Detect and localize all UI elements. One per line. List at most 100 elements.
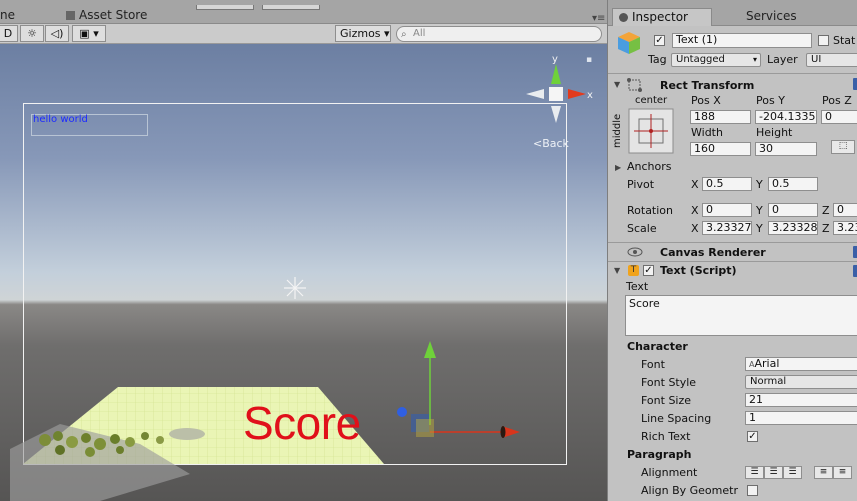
rot-y-field[interactable]: 0: [768, 203, 818, 217]
move-z-handle[interactable]: [397, 407, 407, 417]
align-by-geometry-label: Align By Geometr: [641, 484, 738, 497]
paragraph-header: Paragraph: [627, 448, 692, 461]
gizmo-center-cube[interactable]: [549, 87, 563, 101]
gizmos-dropdown[interactable]: Gizmos ▾: [335, 25, 391, 42]
scale-z-field[interactable]: 3.23: [833, 221, 857, 235]
gizmo-y-cone[interactable]: [551, 64, 561, 84]
component-settings-icon[interactable]: [853, 78, 857, 90]
scale-z-axis: Z: [822, 222, 830, 235]
font-style-dropdown[interactable]: Normal: [745, 375, 857, 389]
rot-x-field[interactable]: 0: [702, 203, 752, 217]
rich-text-checkbox[interactable]: ✓: [747, 431, 758, 442]
layer-dropdown[interactable]: UI: [806, 53, 857, 67]
inspector-tab-bar: Inspector Services: [608, 0, 857, 26]
tag-value: Untagged: [676, 54, 725, 65]
tab-asset-store[interactable]: Asset Store: [66, 8, 147, 22]
move-tool-gizmo[interactable]: [392, 339, 527, 444]
tab-menu-icon[interactable]: ▾≡: [592, 13, 605, 24]
scene-audio-button[interactable]: ◁): [45, 25, 69, 42]
pivot-y-field[interactable]: 0.5: [768, 177, 818, 191]
font-size-field[interactable]: 21: [745, 393, 857, 407]
align-center-button[interactable]: ☰: [764, 466, 783, 479]
object-name-field[interactable]: Text (1): [672, 33, 812, 48]
pause-button[interactable]: [262, 5, 320, 10]
directional-light-icon[interactable]: [282, 275, 308, 301]
back-label: <Back: [533, 137, 569, 150]
width-field[interactable]: 160: [690, 142, 751, 156]
gizmo-x-cone[interactable]: [568, 89, 586, 99]
active-checkbox[interactable]: ✓: [654, 35, 665, 46]
tab-scene[interactable]: ne: [0, 8, 15, 22]
rot-z-axis: Z: [822, 204, 830, 217]
align-by-geometry-checkbox[interactable]: [747, 485, 758, 496]
eye-icon: [627, 247, 643, 257]
canvas-renderer-title: Canvas Renderer: [660, 246, 766, 259]
align-top-button[interactable]: ≡: [814, 466, 833, 479]
rot-x-axis: X: [691, 204, 699, 217]
tag-dropdown[interactable]: Untagged ▾: [671, 53, 761, 67]
width-label: Width: [691, 126, 723, 139]
gameobject-cube-icon: [618, 32, 640, 54]
height-label: Height: [756, 126, 793, 139]
align-middle-button[interactable]: ≡: [833, 466, 852, 479]
text-script-header[interactable]: ▼ T ✓ Text (Script): [608, 261, 857, 279]
gizmos-label: Gizmos: [340, 27, 381, 40]
scene-effects-button[interactable]: ▣ ▾: [72, 25, 106, 42]
pivot-y-axis: Y: [756, 178, 763, 191]
gizmo-neg-x-cone[interactable]: [526, 89, 544, 99]
scale-x-field[interactable]: 3.23327: [702, 221, 752, 235]
scene-viewport[interactable]: hello world ▪ y x <Back Score: [0, 44, 607, 501]
tag-label: Tag: [648, 53, 667, 66]
scene-toolbar: D ☼ ◁) ▣ ▾ Gizmos ▾ ⌕ All: [0, 24, 607, 44]
static-label: Stat: [833, 34, 856, 47]
tab-inspector-label: Inspector: [632, 10, 688, 24]
gizmos-dropdown-arrow: ▾: [384, 27, 390, 40]
tab-services[interactable]: Services: [720, 8, 797, 26]
align-right-button[interactable]: ☰: [783, 466, 802, 479]
rect-transform-icon: [627, 78, 642, 92]
align-left-button[interactable]: ☰: [745, 466, 764, 479]
pivot-x-field[interactable]: 0.5: [702, 177, 752, 191]
asset-store-icon: [66, 11, 75, 20]
component-settings-icon[interactable]: [853, 265, 857, 277]
static-checkbox[interactable]: [818, 35, 829, 46]
gizmo-x-label: x: [587, 90, 593, 101]
pos-x-field[interactable]: 188: [690, 110, 751, 124]
pos-y-field[interactable]: -204.1335: [755, 110, 817, 124]
layer-label: Layer: [767, 53, 798, 66]
raw-edit-button[interactable]: ⬚: [831, 140, 855, 154]
canvas-renderer-header[interactable]: Canvas Renderer: [608, 242, 857, 260]
text-value-area[interactable]: Score: [625, 295, 857, 336]
mode-2d-button[interactable]: D: [0, 25, 18, 42]
anchor-preset-button[interactable]: [628, 108, 674, 154]
scene-lighting-button[interactable]: ☼: [20, 25, 44, 42]
pos-z-field[interactable]: 0: [821, 110, 857, 124]
gizmo-neg-y-cone[interactable]: [551, 106, 561, 123]
rot-z-field[interactable]: 0: [833, 203, 857, 217]
rect-transform-title: Rect Transform: [660, 79, 755, 92]
alignment-label: Alignment: [641, 466, 698, 479]
scene-orientation-gizmo[interactable]: y x: [520, 48, 600, 128]
scene-search-input[interactable]: ⌕ All: [396, 26, 602, 42]
score-text[interactable]: Score: [243, 396, 361, 450]
anchors-foldout-icon[interactable]: ▶: [615, 163, 621, 172]
gizmo-y-label: y: [552, 54, 558, 65]
component-settings-icon[interactable]: [853, 246, 857, 258]
play-button[interactable]: [196, 5, 254, 10]
scale-y-field[interactable]: 3.23328: [768, 221, 818, 235]
text-enabled-checkbox[interactable]: ✓: [643, 265, 654, 276]
anchors-label[interactable]: Anchors: [627, 160, 672, 173]
font-field[interactable]: AArial: [745, 357, 857, 371]
font-label: Font: [641, 358, 665, 371]
tab-inspector[interactable]: Inspector: [612, 8, 712, 26]
height-field[interactable]: 30: [755, 142, 817, 156]
info-icon: [619, 13, 628, 22]
pos-x-label: Pos X: [691, 94, 721, 107]
text-script-title: Text (Script): [660, 264, 737, 277]
move-y-handle[interactable]: [424, 341, 436, 358]
font-value: Arial: [754, 357, 780, 370]
rect-transform-header[interactable]: ▼ Rect Transform: [608, 73, 857, 95]
layer-value: UI: [811, 54, 822, 65]
line-spacing-field[interactable]: 1: [745, 411, 857, 425]
text-label: Text: [626, 280, 649, 293]
